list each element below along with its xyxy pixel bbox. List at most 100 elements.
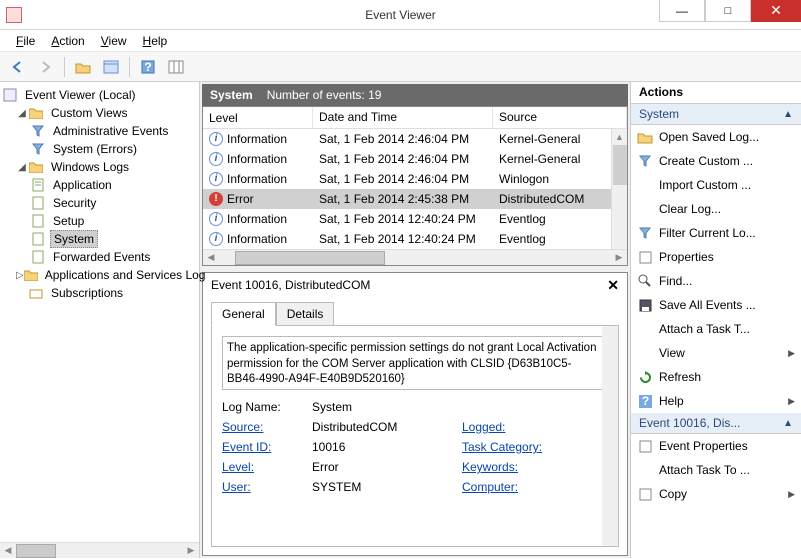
forward-button[interactable] [34,55,58,79]
tree-root[interactable]: Event Viewer (Local) [2,86,197,104]
value-level: Error [312,460,462,474]
detail-tabs: General Details [203,297,627,325]
help-icon[interactable]: ? [136,55,160,79]
collapse-icon[interactable]: ◢ [16,108,28,119]
tree-forwarded[interactable]: Forwarded Events [2,248,197,266]
panel-icon[interactable] [99,55,123,79]
grid-scrollbar-h[interactable]: ◀ ▶ [203,249,627,265]
actions-section-event[interactable]: Event 10016, Dis... ▲ [631,413,801,434]
label-user[interactable]: User: [222,480,312,494]
action-item[interactable]: Import Custom ... [631,173,801,197]
tree-scrollbar-h[interactable]: ◀ ▶ [0,542,199,558]
tree-custom-views[interactable]: ◢ Custom Views [2,104,197,122]
label-computer[interactable]: Computer: [462,480,552,494]
tab-general[interactable]: General [211,302,276,326]
action-item[interactable]: Save All Events ... [631,293,801,317]
detail-scrollbar-v[interactable] [602,326,618,546]
tree-system-errors[interactable]: System (Errors) [2,140,197,158]
action-item[interactable]: Properties [631,245,801,269]
tree-setup[interactable]: Setup [2,212,197,230]
event-count: Number of events: 19 [267,88,382,102]
action-item[interactable]: Refresh [631,365,801,389]
label-keywords[interactable]: Keywords: [462,460,552,474]
table-header: Level Date and Time Source [203,107,627,129]
table-row[interactable]: !ErrorSat, 1 Feb 2014 2:45:38 PMDistribu… [203,189,627,209]
expand-icon[interactable]: ▷ [16,270,24,281]
action-item[interactable]: Filter Current Lo... [631,221,801,245]
action-item[interactable]: Attach Task To ... [631,458,801,482]
tree-admin-events[interactable]: Administrative Events [2,122,197,140]
label-task[interactable]: Task Category: [462,440,552,454]
action-icon [637,462,653,478]
action-label: View [659,346,685,360]
tree-application[interactable]: Application [2,176,197,194]
toolbar: ? [0,52,801,82]
action-item[interactable]: Attach a Task T... [631,317,801,341]
menu-file[interactable]: File [8,32,43,50]
label-logged[interactable]: Logged: [462,420,552,434]
col-level[interactable]: Level [203,107,313,128]
table-row[interactable]: iInformationSat, 1 Feb 2014 12:40:24 PME… [203,209,627,229]
table-row[interactable]: iInformationSat, 1 Feb 2014 12:40:24 PME… [203,229,627,249]
tree-system[interactable]: System [2,230,197,248]
tab-details[interactable]: Details [276,302,335,326]
maximize-button[interactable]: □ [705,0,751,22]
action-label: Copy [659,487,687,501]
tree-apps-services[interactable]: ▷ Applications and Services Log [2,266,197,284]
filter-icon [30,123,46,139]
action-item[interactable]: Clear Log... [631,197,801,221]
label-eventid[interactable]: Event ID: [222,440,312,454]
window-controls: — □ ✕ [659,0,801,22]
col-source[interactable]: Source [493,107,627,128]
scrollbar-thumb[interactable] [235,251,385,265]
collapse-icon[interactable]: ▲ [783,418,793,429]
action-label: Event Properties [659,439,748,453]
table-row[interactable]: iInformationSat, 1 Feb 2014 2:46:04 PMWi… [203,169,627,189]
scrollbar-thumb[interactable] [16,544,56,558]
col-date[interactable]: Date and Time [313,107,493,128]
action-item[interactable]: Event Properties [631,434,801,458]
scrollbar-thumb[interactable] [613,145,627,185]
action-item[interactable]: View▶ [631,341,801,365]
log-icon [30,177,46,193]
close-button[interactable]: ✕ [751,0,801,22]
back-button[interactable] [6,55,30,79]
menu-view[interactable]: View [93,32,135,50]
tree-security[interactable]: Security [2,194,197,212]
scroll-left-icon[interactable]: ◀ [203,250,219,266]
action-label: Open Saved Log... [659,130,759,144]
detail-close-button[interactable]: ✕ [607,277,619,294]
action-icon [637,297,653,313]
scroll-left-icon[interactable]: ◀ [0,543,16,559]
action-item[interactable]: Find... [631,269,801,293]
menu-action[interactable]: Action [43,32,92,50]
collapse-icon[interactable]: ◢ [16,162,28,173]
table-row[interactable]: iInformationSat, 1 Feb 2014 2:46:04 PMKe… [203,149,627,169]
action-icon [637,225,653,241]
action-icon [637,486,653,502]
tree-subscriptions[interactable]: Subscriptions [2,284,197,302]
label-source[interactable]: Source: [222,420,312,434]
detail-message: The application-specific permission sett… [222,336,608,390]
scroll-right-icon[interactable]: ▶ [611,250,627,266]
table-row[interactable]: iInformationSat, 1 Feb 2014 2:46:04 PMKe… [203,129,627,149]
scroll-up-icon[interactable]: ▲ [612,129,627,145]
menu-help[interactable]: Help [135,32,176,50]
action-item[interactable]: Open Saved Log... [631,125,801,149]
actions-pane: Actions System ▲ Open Saved Log...Create… [631,82,801,558]
action-item[interactable]: ?Help▶ [631,389,801,413]
action-label: Properties [659,250,714,264]
open-folder-icon[interactable] [71,55,95,79]
action-item[interactable]: Copy▶ [631,482,801,506]
label-level[interactable]: Level: [222,460,312,474]
columns-icon[interactable] [164,55,188,79]
grid-scrollbar-v[interactable]: ▲ [611,129,627,249]
minimize-button[interactable]: — [659,0,705,22]
actions-section-system[interactable]: System ▲ [631,104,801,125]
action-item[interactable]: Create Custom ... [631,149,801,173]
label-logname: Log Name: [222,400,312,414]
tree-windows-logs[interactable]: ◢ Windows Logs [2,158,197,176]
action-icon [637,177,653,193]
collapse-icon[interactable]: ▲ [783,109,793,120]
scroll-right-icon[interactable]: ▶ [183,543,199,559]
